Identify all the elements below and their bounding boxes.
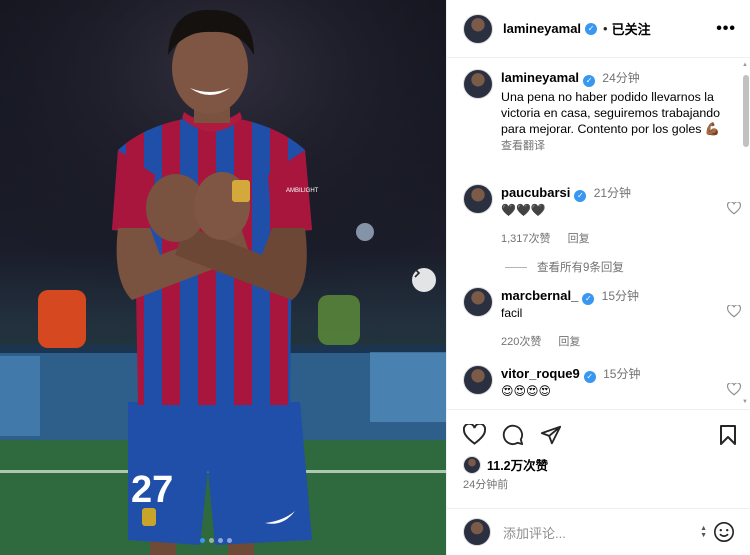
comment-likes[interactable]: 1,317次赞 bbox=[501, 233, 551, 245]
share-paper-plane-icon[interactable] bbox=[540, 424, 562, 446]
carousel-dot bbox=[227, 538, 232, 543]
sponsor-text: AMBILIGHT bbox=[286, 188, 319, 194]
comments-list[interactable]: lamineyamal ✓ 24分钟 Una pena no haber podi… bbox=[447, 59, 750, 409]
commenter-avatar[interactable] bbox=[463, 365, 493, 395]
caption-time[interactable]: 24分钟 bbox=[602, 71, 639, 85]
reply-button[interactable]: 回复 bbox=[568, 233, 590, 245]
add-comment-input[interactable]: 添加评论... bbox=[503, 523, 566, 542]
post-photo: 27 AMBILIGHT bbox=[0, 0, 446, 555]
posted-time[interactable]: 24分钟前 bbox=[463, 476, 508, 492]
scroll-down-arrow-icon[interactable]: ▼ bbox=[742, 399, 748, 405]
save-bookmark-icon[interactable] bbox=[719, 424, 737, 446]
comment-row: marcbernal_ ✓ 15分钟 facil 220次赞 回复 bbox=[463, 287, 741, 351]
commenter-avatar[interactable] bbox=[463, 287, 493, 317]
comments-scrollbar[interactable] bbox=[743, 75, 749, 147]
author-username[interactable]: lamineyamal bbox=[503, 21, 581, 36]
carousel-dot bbox=[209, 538, 214, 543]
comment-text: 🖤🖤🖤 bbox=[501, 203, 546, 217]
add-comment-bar: 添加评论... ▲ ▼ bbox=[447, 509, 750, 555]
next-photo-button[interactable] bbox=[412, 268, 436, 292]
comment-row: vitor_roque9 ✓ 15分钟 😍😍😍😍 bbox=[463, 365, 741, 400]
comment-text: facil bbox=[501, 306, 523, 320]
reply-button[interactable]: 回复 bbox=[558, 336, 580, 348]
post-side-panel: lamineyamal ✓ • 已关注 ••• lamineyamal ✓ 24分… bbox=[446, 0, 750, 555]
commenter-username[interactable]: vitor_roque9 bbox=[501, 366, 580, 381]
post-actions: 11.2万次赞 24分钟前 bbox=[447, 409, 750, 509]
commenter-avatar[interactable] bbox=[463, 184, 493, 214]
comment-time[interactable]: 15分钟 bbox=[603, 367, 640, 381]
commenter-username[interactable]: paucubarsi bbox=[501, 185, 570, 200]
scroll-stepper-icon[interactable]: ▲ ▼ bbox=[700, 525, 707, 539]
verified-icon: ✓ bbox=[574, 190, 587, 202]
verified-icon: ✓ bbox=[582, 293, 595, 305]
caption-row: lamineyamal ✓ 24分钟 Una pena no haber podi… bbox=[463, 69, 733, 155]
carousel-dots bbox=[200, 538, 232, 543]
comment-bubble-icon[interactable] bbox=[502, 424, 524, 446]
verified-icon: ✓ bbox=[585, 22, 598, 35]
more-options-icon[interactable]: ••• bbox=[716, 20, 736, 38]
comment-row: paucubarsi ✓ 21分钟 🖤🖤🖤 1,317次赞 回复 bbox=[463, 184, 741, 248]
like-comment-heart-icon[interactable] bbox=[727, 383, 741, 396]
emoji-smiley-icon[interactable] bbox=[713, 521, 735, 543]
post-header: lamineyamal ✓ • 已关注 ••• bbox=[447, 0, 750, 58]
caption-author[interactable]: lamineyamal bbox=[501, 70, 579, 85]
caption-author-avatar[interactable] bbox=[463, 69, 493, 99]
comment-time[interactable]: 21分钟 bbox=[594, 186, 631, 200]
verified-icon: ✓ bbox=[583, 75, 596, 87]
like-heart-icon[interactable] bbox=[463, 424, 486, 445]
player-photo-illustration: 27 AMBILIGHT bbox=[0, 0, 446, 555]
verified-icon: ✓ bbox=[583, 371, 596, 383]
like-comment-heart-icon[interactable] bbox=[727, 202, 741, 215]
scroll-up-arrow-icon[interactable]: ▲ bbox=[742, 62, 748, 68]
liker-avatar[interactable] bbox=[463, 455, 481, 474]
see-translation-link[interactable]: 查看翻译 bbox=[501, 138, 733, 155]
carousel-dot bbox=[218, 538, 223, 543]
comment-time[interactable]: 15分钟 bbox=[602, 289, 639, 303]
comment-likes[interactable]: 220次赞 bbox=[501, 336, 541, 348]
current-user-avatar bbox=[463, 518, 491, 546]
jersey-number: 27 bbox=[131, 469, 173, 511]
likes-count[interactable]: 11.2万次赞 bbox=[487, 455, 548, 474]
caption-text: Una pena no haber podido llevarnos la vi… bbox=[501, 90, 721, 136]
commenter-username[interactable]: marcbernal_ bbox=[501, 288, 578, 303]
like-comment-heart-icon[interactable] bbox=[727, 305, 741, 318]
view-all-replies[interactable]: 查看所有9条回复 bbox=[505, 259, 624, 275]
follow-status-button[interactable]: 已关注 bbox=[612, 19, 651, 38]
carousel-dot-active bbox=[200, 538, 205, 543]
author-avatar[interactable] bbox=[463, 13, 493, 44]
comment-text: 😍😍😍😍 bbox=[501, 384, 552, 398]
chevron-right-icon bbox=[414, 268, 421, 278]
